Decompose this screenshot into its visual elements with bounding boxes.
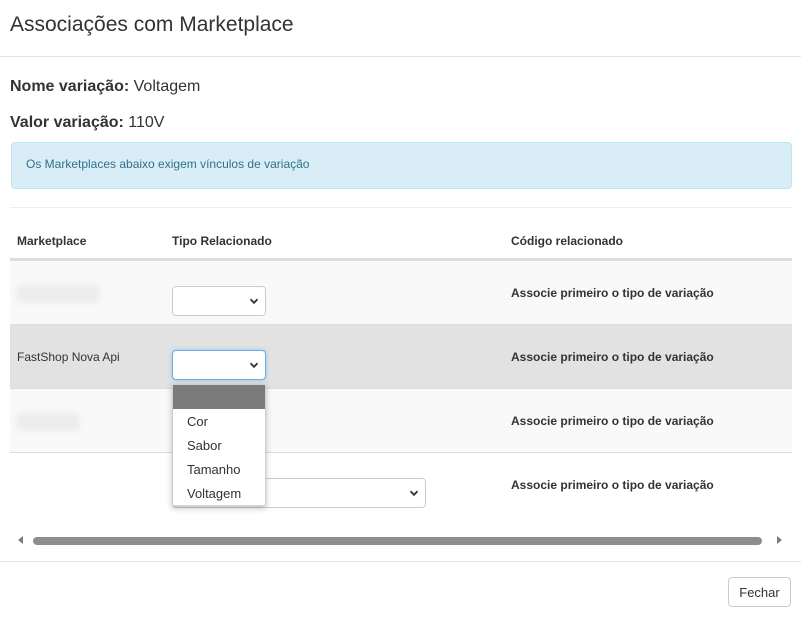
scroll-right-icon[interactable] [777,536,782,544]
dropdown-option-empty[interactable] [173,385,265,409]
tipo-relacionado-dropdown: Cor Sabor Tamanho Voltagem [172,384,266,506]
tipo-relacionado-select[interactable] [172,350,266,380]
modal-footer: Fechar [0,561,801,617]
codigo-relacionado: Associe primeiro o tipo de variação [511,286,714,300]
dropdown-option-tamanho[interactable]: Tamanho [173,458,265,482]
modal-header: Associações com Marketplace [0,0,801,57]
variation-value-value: 110V [128,114,165,131]
divider [10,207,792,208]
scroll-left-icon[interactable] [18,536,23,544]
codigo-relacionado: Associe primeiro o tipo de variação [511,350,714,364]
chevron-down-icon [249,362,259,369]
dropdown-option-voltagem[interactable]: Voltagem [173,482,265,506]
modal-title: Associações com Marketplace [10,13,294,36]
chevron-down-icon [409,490,419,497]
horizontal-scrollbar[interactable] [10,530,792,550]
header-marketplace: Marketplace [17,234,87,248]
variation-name-label: Nome variação: [10,78,130,95]
info-alert-text: Os Marketplaces abaixo exigem vínculos d… [26,157,310,171]
header-codigo-relacionado: Código relacionado [511,234,624,248]
dropdown-option-cor[interactable]: Cor [173,410,265,434]
table-header: Marketplace Tipo Relacionado Código rela… [10,224,792,260]
table-row: Associe primeiro o tipo de variação [10,260,792,324]
codigo-relacionado: Associe primeiro o tipo de variação [511,478,714,492]
marketplace-name-redacted [16,413,80,431]
table-row: Associe primeiro o tipo de variação [10,452,792,516]
close-button[interactable]: Fechar [728,577,791,607]
table-row: Associe primeiro o tipo de variação [10,388,792,452]
table-row: FastShop Nova Api Associe primeiro o tip… [10,324,792,388]
chevron-down-icon [249,298,259,305]
variation-value: Valor variação: 110V [10,114,164,132]
marketplace-name-redacted [16,285,100,303]
marketplace-table: Marketplace Tipo Relacionado Código rela… [10,224,792,516]
marketplace-name: FastShop Nova Api [17,350,120,364]
variation-name: Nome variação: Voltagem [10,78,200,96]
codigo-relacionado: Associe primeiro o tipo de variação [511,414,714,428]
header-tipo-relacionado: Tipo Relacionado [172,234,272,248]
variation-value-label: Valor variação: [10,114,124,131]
dropdown-option-sabor[interactable]: Sabor [173,434,265,458]
variation-name-value: Voltagem [133,78,201,95]
info-alert: Os Marketplaces abaixo exigem vínculos d… [11,142,792,189]
scroll-thumb[interactable] [33,537,762,545]
tipo-relacionado-select[interactable] [172,286,266,316]
